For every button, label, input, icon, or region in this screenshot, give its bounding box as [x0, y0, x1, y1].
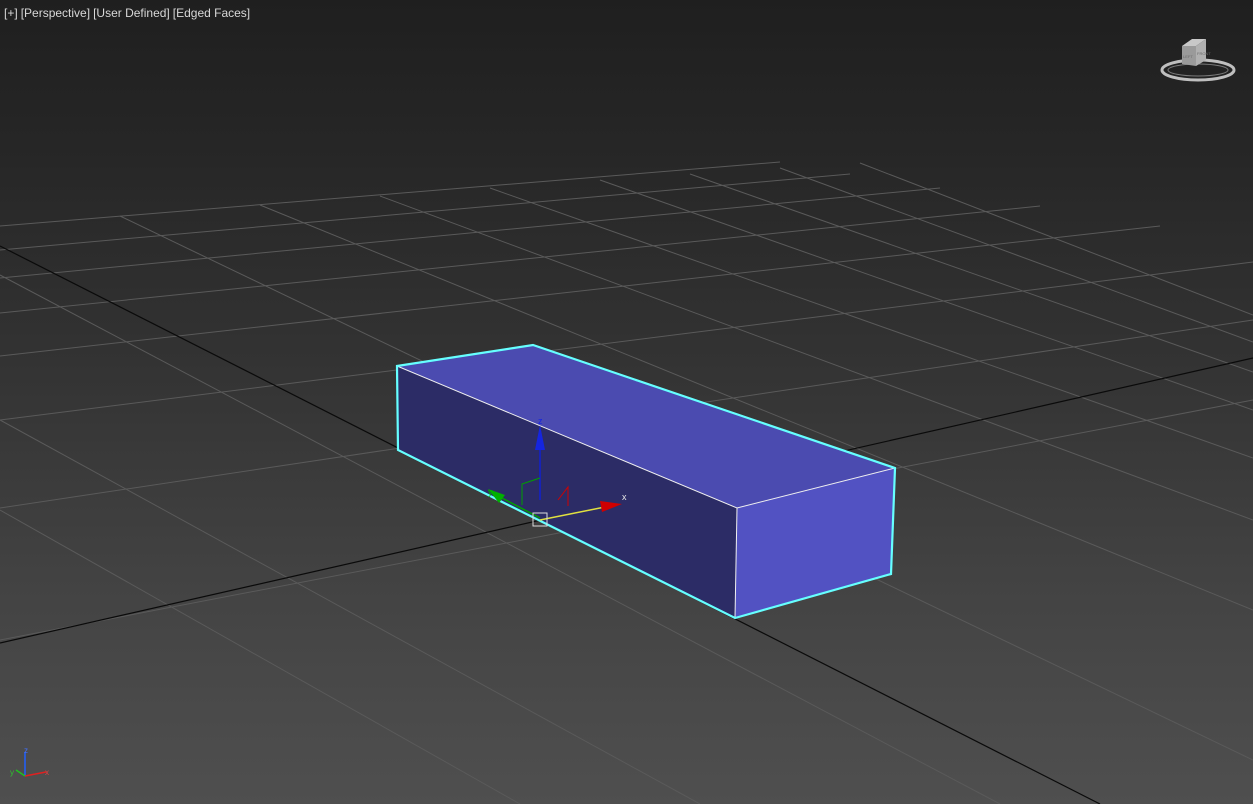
tripod-y-label: y: [10, 768, 14, 777]
viewcube[interactable]: LEFT FRONT: [1158, 36, 1238, 86]
gizmo-z-label: z: [538, 416, 543, 426]
viewcube-left-label: LEFT: [1183, 54, 1193, 59]
axis-tripod: z x y: [10, 746, 49, 777]
tripod-x-label: x: [45, 768, 49, 777]
viewport-display-label[interactable]: [Edged Faces]: [173, 6, 250, 20]
viewport-shading-label[interactable]: [User Defined]: [93, 6, 170, 20]
viewport-view-label[interactable]: [Perspective]: [21, 6, 90, 20]
viewport-label-menu: [+] [Perspective] [User Defined] [Edged Fac…: [4, 6, 253, 20]
tripod-z-label: z: [24, 746, 28, 755]
gizmo-y-label: y: [488, 487, 493, 497]
viewport-canvas[interactable]: z x y: [0, 0, 1253, 804]
viewcube-front-label: FRONT: [1197, 51, 1211, 56]
gizmo-x-label: x: [622, 492, 627, 502]
box-object[interactable]: [395, 343, 897, 620]
viewport-menu-plus[interactable]: [+]: [4, 6, 18, 20]
